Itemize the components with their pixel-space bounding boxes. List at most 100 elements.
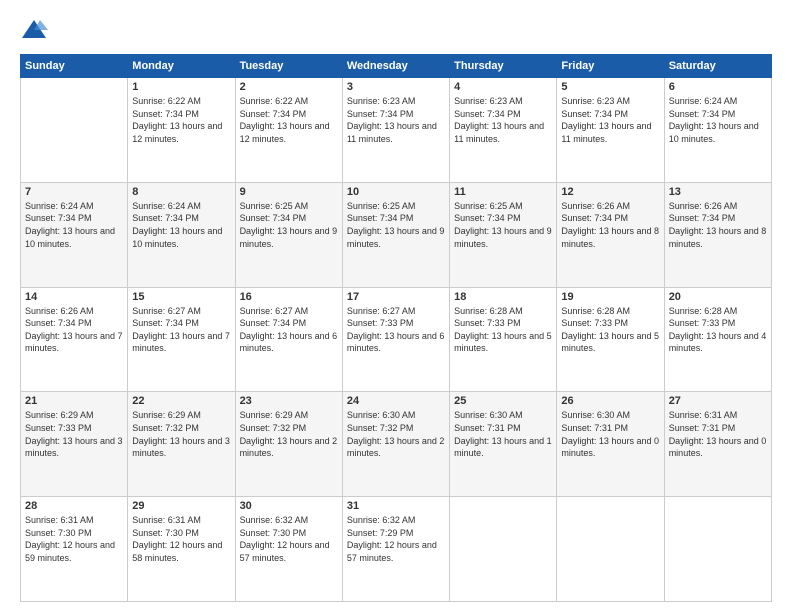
calendar-cell: 4 Sunrise: 6:23 AMSunset: 7:34 PMDaylight… [450, 78, 557, 183]
calendar-cell: 14 Sunrise: 6:26 AMSunset: 7:34 PMDayligh… [21, 287, 128, 392]
day-number: 9 [240, 186, 338, 198]
week-row-3: 14 Sunrise: 6:26 AMSunset: 7:34 PMDayligh… [21, 287, 772, 392]
week-row-2: 7 Sunrise: 6:24 AMSunset: 7:34 PMDaylight… [21, 182, 772, 287]
day-number: 12 [561, 186, 659, 198]
calendar-cell: 29 Sunrise: 6:31 AMSunset: 7:30 PMDayligh… [128, 497, 235, 602]
calendar-cell: 5 Sunrise: 6:23 AMSunset: 7:34 PMDaylight… [557, 78, 664, 183]
cell-info: Sunrise: 6:26 AMSunset: 7:34 PMDaylight:… [25, 305, 123, 355]
day-number: 11 [454, 186, 552, 198]
calendar-cell: 11 Sunrise: 6:25 AMSunset: 7:34 PMDayligh… [450, 182, 557, 287]
day-header-saturday: Saturday [664, 55, 771, 78]
day-number: 18 [454, 291, 552, 303]
calendar-cell [557, 497, 664, 602]
header [20, 16, 772, 44]
cell-info: Sunrise: 6:27 AMSunset: 7:34 PMDaylight:… [132, 305, 230, 355]
day-number: 7 [25, 186, 123, 198]
cell-info: Sunrise: 6:26 AMSunset: 7:34 PMDaylight:… [561, 200, 659, 250]
cell-info: Sunrise: 6:31 AMSunset: 7:31 PMDaylight:… [669, 409, 767, 459]
day-header-thursday: Thursday [450, 55, 557, 78]
day-number: 16 [240, 291, 338, 303]
calendar-cell: 10 Sunrise: 6:25 AMSunset: 7:34 PMDayligh… [342, 182, 449, 287]
cell-info: Sunrise: 6:25 AMSunset: 7:34 PMDaylight:… [347, 200, 445, 250]
day-header-friday: Friday [557, 55, 664, 78]
week-row-4: 21 Sunrise: 6:29 AMSunset: 7:33 PMDayligh… [21, 392, 772, 497]
calendar-cell: 31Sunrise: 6:32 AMSunset: 7:29 PMDayligh… [342, 497, 449, 602]
logo-icon [20, 16, 48, 44]
cell-info: Sunrise: 6:26 AMSunset: 7:34 PMDaylight:… [669, 200, 767, 250]
day-number: 5 [561, 81, 659, 93]
day-header-tuesday: Tuesday [235, 55, 342, 78]
cell-info: Sunrise: 6:30 AMSunset: 7:31 PMDaylight:… [561, 409, 659, 459]
calendar-cell [21, 78, 128, 183]
calendar-cell: 6 Sunrise: 6:24 AMSunset: 7:34 PMDaylight… [664, 78, 771, 183]
cell-info: Sunrise: 6:29 AMSunset: 7:32 PMDaylight:… [240, 409, 338, 459]
cell-info: Sunrise: 6:22 AMSunset: 7:34 PMDaylight:… [240, 95, 338, 145]
day-number: 1 [132, 81, 230, 93]
calendar-cell: 16 Sunrise: 6:27 AMSunset: 7:34 PMDayligh… [235, 287, 342, 392]
cell-info: Sunrise: 6:25 AMSunset: 7:34 PMDaylight:… [454, 200, 552, 250]
day-number: 23 [240, 395, 338, 407]
day-number: 27 [669, 395, 767, 407]
calendar-cell: 18 Sunrise: 6:28 AMSunset: 7:33 PMDayligh… [450, 287, 557, 392]
calendar-cell: 8 Sunrise: 6:24 AMSunset: 7:34 PMDaylight… [128, 182, 235, 287]
day-header-wednesday: Wednesday [342, 55, 449, 78]
day-number: 21 [25, 395, 123, 407]
cell-info: Sunrise: 6:32 AMSunset: 7:29 PMDaylight:… [347, 514, 445, 564]
logo [20, 16, 52, 44]
cell-info: Sunrise: 6:28 AMSunset: 7:33 PMDaylight:… [669, 305, 767, 355]
header-row: SundayMondayTuesdayWednesdayThursdayFrid… [21, 55, 772, 78]
cell-info: Sunrise: 6:29 AMSunset: 7:33 PMDaylight:… [25, 409, 123, 459]
day-number: 29 [132, 500, 230, 512]
page: SundayMondayTuesdayWednesdayThursdayFrid… [0, 0, 792, 612]
cell-info: Sunrise: 6:22 AMSunset: 7:34 PMDaylight:… [132, 95, 230, 145]
calendar-cell [450, 497, 557, 602]
calendar-cell: 15Sunrise: 6:27 AMSunset: 7:34 PMDayligh… [128, 287, 235, 392]
day-header-sunday: Sunday [21, 55, 128, 78]
day-number: 19 [561, 291, 659, 303]
day-number: 20 [669, 291, 767, 303]
day-number: 22 [132, 395, 230, 407]
calendar-cell: 23 Sunrise: 6:29 AMSunset: 7:32 PMDayligh… [235, 392, 342, 497]
calendar-table: SundayMondayTuesdayWednesdayThursdayFrid… [20, 54, 772, 602]
day-number: 26 [561, 395, 659, 407]
cell-info: Sunrise: 6:27 AMSunset: 7:34 PMDaylight:… [240, 305, 338, 355]
day-number: 4 [454, 81, 552, 93]
cell-info: Sunrise: 6:31 AMSunset: 7:30 PMDaylight:… [132, 514, 230, 564]
day-number: 8 [132, 186, 230, 198]
calendar-cell: 12 Sunrise: 6:26 AMSunset: 7:34 PMDayligh… [557, 182, 664, 287]
day-number: 24 [347, 395, 445, 407]
calendar-cell: 2 Sunrise: 6:22 AMSunset: 7:34 PMDaylight… [235, 78, 342, 183]
calendar-cell: 17 Sunrise: 6:27 AMSunset: 7:33 PMDayligh… [342, 287, 449, 392]
cell-info: Sunrise: 6:29 AMSunset: 7:32 PMDaylight:… [132, 409, 230, 459]
calendar-cell: 24 Sunrise: 6:30 AMSunset: 7:32 PMDayligh… [342, 392, 449, 497]
day-number: 14 [25, 291, 123, 303]
day-number: 2 [240, 81, 338, 93]
cell-info: Sunrise: 6:24 AMSunset: 7:34 PMDaylight:… [669, 95, 767, 145]
cell-info: Sunrise: 6:30 AMSunset: 7:32 PMDaylight:… [347, 409, 445, 459]
week-row-5: 28 Sunrise: 6:31 AMSunset: 7:30 PMDayligh… [21, 497, 772, 602]
cell-info: Sunrise: 6:23 AMSunset: 7:34 PMDaylight:… [454, 95, 552, 145]
cell-info: Sunrise: 6:31 AMSunset: 7:30 PMDaylight:… [25, 514, 123, 564]
calendar-cell [664, 497, 771, 602]
day-number: 28 [25, 500, 123, 512]
calendar-cell: 21 Sunrise: 6:29 AMSunset: 7:33 PMDayligh… [21, 392, 128, 497]
cell-info: Sunrise: 6:24 AMSunset: 7:34 PMDaylight:… [25, 200, 123, 250]
day-number: 30 [240, 500, 338, 512]
calendar-cell: 7 Sunrise: 6:24 AMSunset: 7:34 PMDaylight… [21, 182, 128, 287]
cell-info: Sunrise: 6:23 AMSunset: 7:34 PMDaylight:… [561, 95, 659, 145]
day-header-monday: Monday [128, 55, 235, 78]
day-number: 6 [669, 81, 767, 93]
cell-info: Sunrise: 6:28 AMSunset: 7:33 PMDaylight:… [454, 305, 552, 355]
calendar-cell: 30 Sunrise: 6:32 AMSunset: 7:30 PMDayligh… [235, 497, 342, 602]
day-number: 13 [669, 186, 767, 198]
calendar-cell: 1 Sunrise: 6:22 AMSunset: 7:34 PMDaylight… [128, 78, 235, 183]
calendar-cell: 3Sunrise: 6:23 AMSunset: 7:34 PMDaylight… [342, 78, 449, 183]
day-number: 25 [454, 395, 552, 407]
cell-info: Sunrise: 6:27 AMSunset: 7:33 PMDaylight:… [347, 305, 445, 355]
day-number: 10 [347, 186, 445, 198]
day-number: 17 [347, 291, 445, 303]
calendar-cell: 28 Sunrise: 6:31 AMSunset: 7:30 PMDayligh… [21, 497, 128, 602]
cell-info: Sunrise: 6:24 AMSunset: 7:34 PMDaylight:… [132, 200, 230, 250]
calendar-cell: 9Sunrise: 6:25 AMSunset: 7:34 PMDaylight… [235, 182, 342, 287]
cell-info: Sunrise: 6:32 AMSunset: 7:30 PMDaylight:… [240, 514, 338, 564]
